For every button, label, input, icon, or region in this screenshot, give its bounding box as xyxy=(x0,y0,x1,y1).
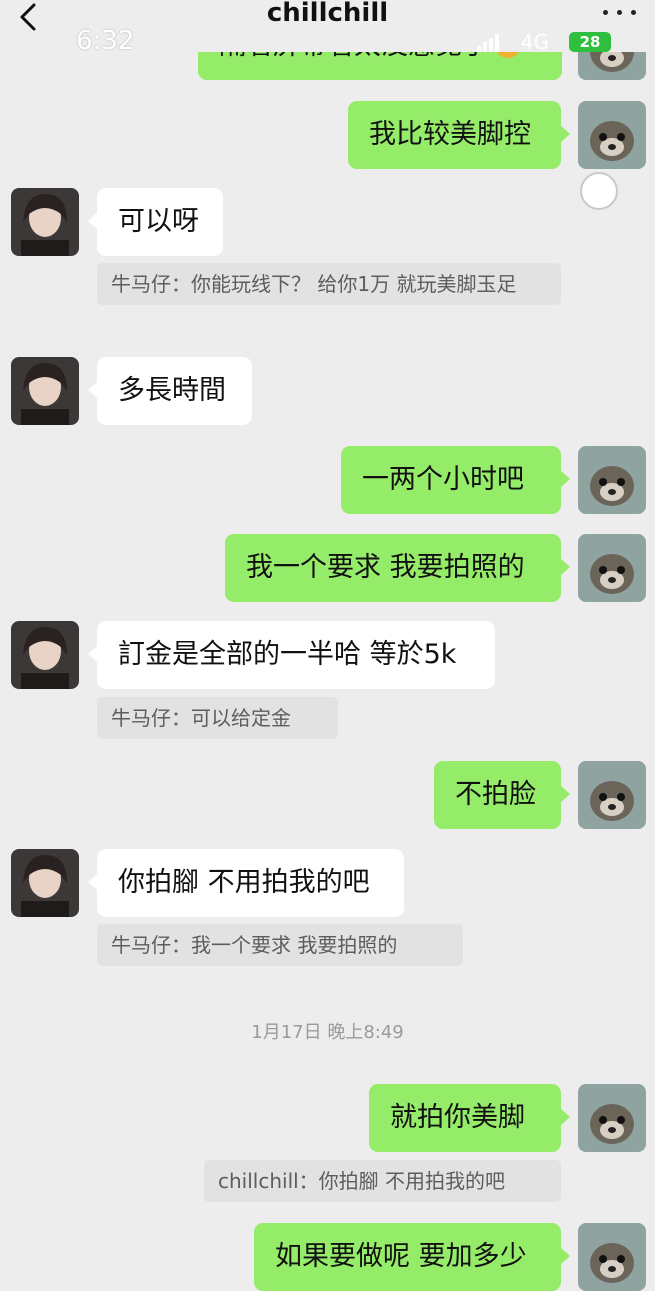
message-text: 訂金是全部的一半哈 等於5k xyxy=(118,639,457,670)
quoted-reply[interactable]: 牛马仔：我一个要求 我要拍照的 xyxy=(97,924,463,966)
contact-avatar[interactable] xyxy=(11,849,79,917)
received-message[interactable]: 訂金是全部的一半哈 等於5k xyxy=(88,621,495,689)
sent-message[interactable]: 一两个小时吧 xyxy=(341,446,570,514)
quoted-reply[interactable]: 牛马仔：可以给定金 xyxy=(97,697,338,739)
sent-message[interactable]: 就拍你美脚 xyxy=(369,1084,570,1152)
my-avatar[interactable] xyxy=(578,1084,646,1152)
battery-icon: 28 xyxy=(569,32,611,52)
message-text: 我比较美脚控 xyxy=(369,119,531,150)
message-text: 我一个要求 我要拍照的 xyxy=(246,552,525,583)
received-message[interactable]: 可以呀 xyxy=(88,188,223,256)
sent-message[interactable]: 不拍脸 xyxy=(434,761,570,829)
quoted-reply[interactable]: 牛马仔：你能玩线下？ 给你1万 就玩美脚玉足 xyxy=(97,263,561,305)
message-text: 就拍你美脚 xyxy=(390,1102,525,1133)
quote-text: 牛马仔：你能玩线下？ 给你1万 就玩美脚玉足 xyxy=(111,272,517,296)
sent-message[interactable]: 如果要做呢 要加多少 xyxy=(254,1223,570,1291)
message-text: 你拍腳 不用拍我的吧 xyxy=(118,867,370,898)
contact-avatar[interactable] xyxy=(11,357,79,425)
message-text: 可以呀 xyxy=(118,206,199,237)
quoted-reply[interactable]: chillchill：你拍腳 不用拍我的吧 xyxy=(204,1160,561,1202)
message-text: 多長時間 xyxy=(118,375,226,406)
more-dots-icon[interactable] xyxy=(603,10,637,20)
contact-avatar[interactable] xyxy=(11,621,79,689)
my-avatar[interactable] xyxy=(578,1223,646,1291)
signal-icon xyxy=(477,32,501,52)
chat-header: chillchill 6:32 4G 28 xyxy=(0,0,655,56)
message-text: 如果要做呢 要加多少 xyxy=(275,1241,527,1272)
message-text: 不拍脸 xyxy=(455,779,536,810)
contact-avatar[interactable] xyxy=(11,188,79,256)
select-circle[interactable] xyxy=(580,172,618,210)
status-time: 6:32 xyxy=(76,26,135,56)
network-label: 4G xyxy=(520,30,549,54)
quote-text: 牛马仔：可以给定金 xyxy=(111,706,291,730)
quote-text: chillchill：你拍腳 不用拍我的吧 xyxy=(218,1169,506,1193)
my-avatar[interactable] xyxy=(578,761,646,829)
chat-title[interactable]: chillchill xyxy=(0,0,655,28)
chat-timestamp: 1月17日 晚上8:49 xyxy=(251,1022,404,1043)
sent-message[interactable]: 我比较美脚控 xyxy=(348,101,570,169)
received-message[interactable]: 多長時間 xyxy=(88,357,252,425)
my-avatar[interactable] xyxy=(578,101,646,169)
quote-text: 牛马仔：我一个要求 我要拍照的 xyxy=(111,933,398,957)
my-avatar[interactable] xyxy=(578,446,646,514)
sent-message[interactable]: 我一个要求 我要拍照的 xyxy=(225,534,570,602)
received-message[interactable]: 你拍腳 不用拍我的吧 xyxy=(88,849,404,917)
message-text: 一两个小时吧 xyxy=(362,464,524,495)
my-avatar[interactable] xyxy=(578,534,646,602)
